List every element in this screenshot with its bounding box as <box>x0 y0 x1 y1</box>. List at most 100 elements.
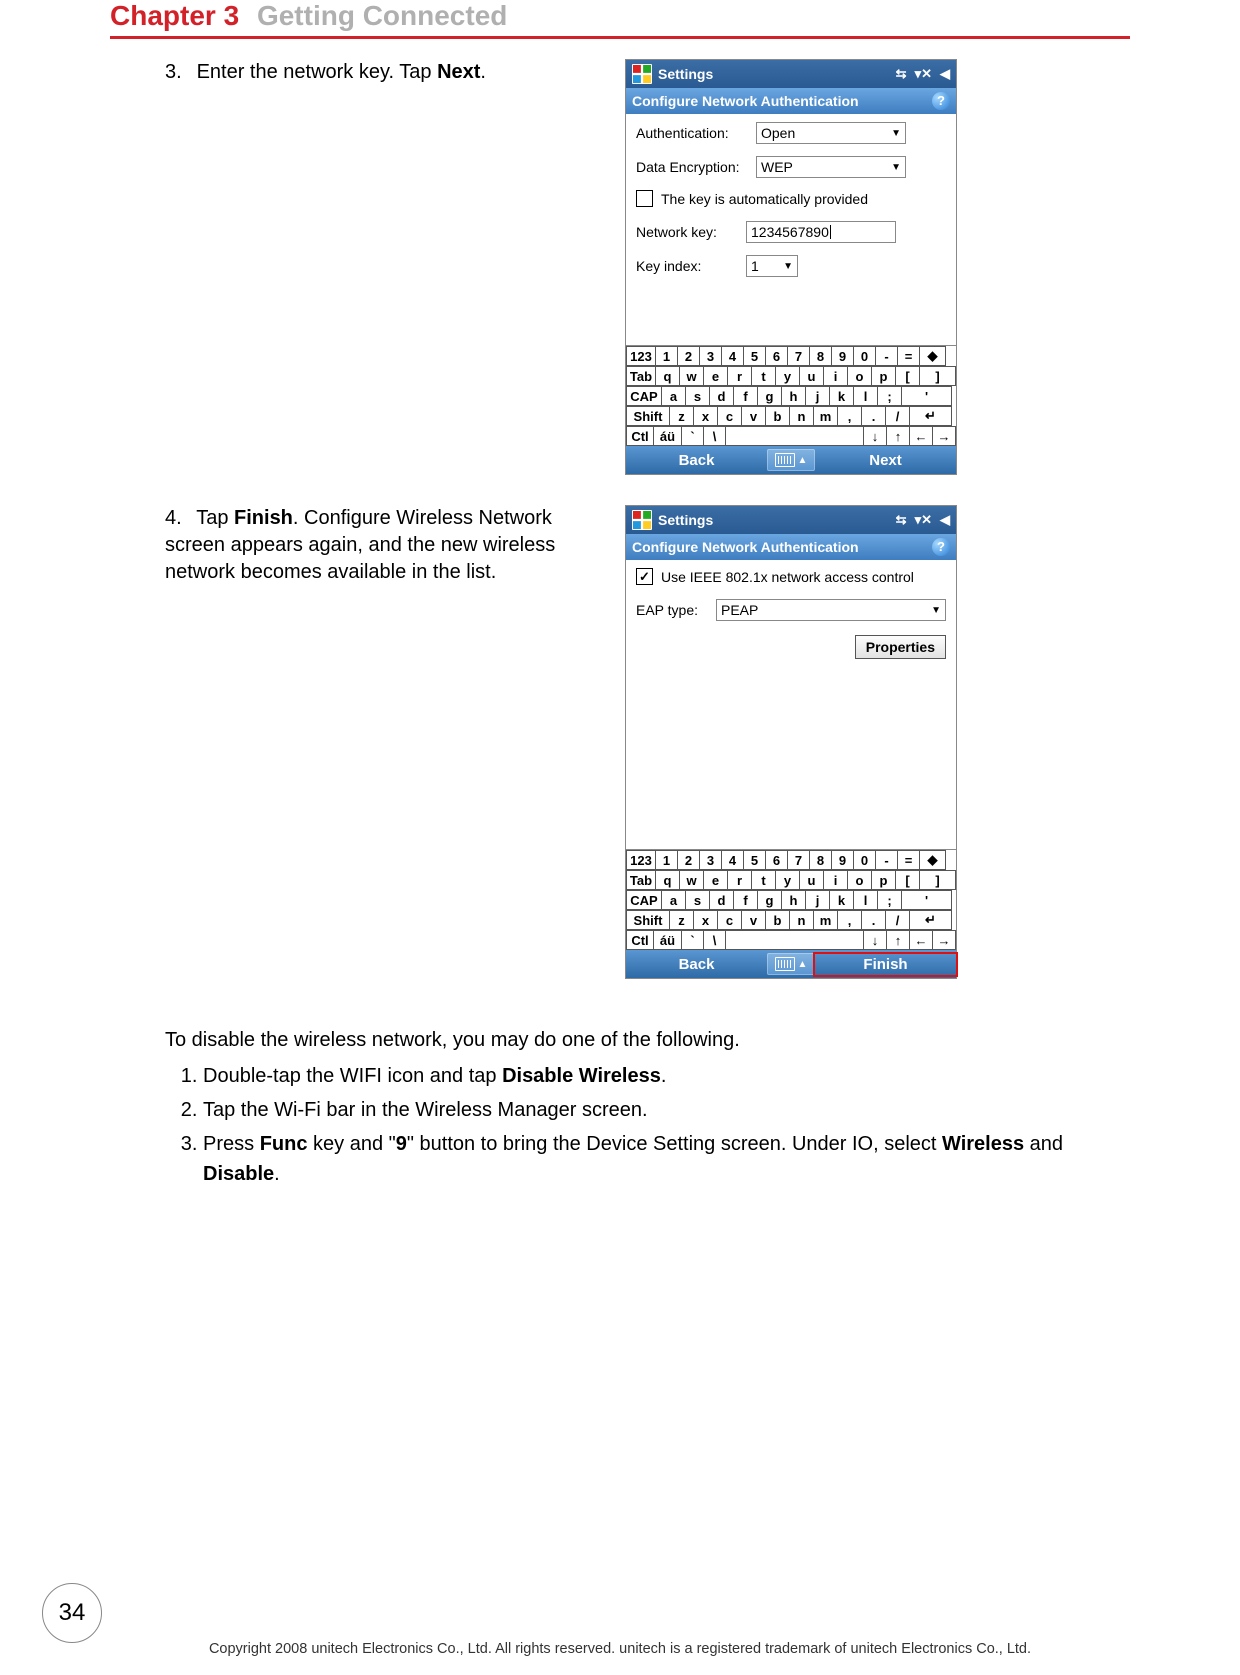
kb-key[interactable]: i <box>824 366 848 386</box>
kb-key[interactable]: Ctl <box>626 930 654 950</box>
kb-key[interactable]: Shift <box>626 406 670 426</box>
help-icon[interactable]: ? <box>932 538 950 556</box>
kb-key[interactable]: áü <box>654 426 682 446</box>
kb-key[interactable]: d <box>710 890 734 910</box>
kb-key[interactable]: p <box>872 870 896 890</box>
kb-key[interactable]: ' <box>902 386 952 406</box>
kb-key[interactable]: - <box>876 850 898 870</box>
back-button[interactable]: Back <box>626 452 767 469</box>
kb-key[interactable]: h <box>782 386 806 406</box>
kb-key[interactable]: f <box>734 890 758 910</box>
kb-key[interactable]: k <box>830 890 854 910</box>
kb-key[interactable]: l <box>854 386 878 406</box>
kb-key[interactable]: ◆ <box>920 850 946 870</box>
kb-key[interactable]: 5 <box>744 346 766 366</box>
auth-select[interactable]: Open ▼ <box>756 122 906 144</box>
kb-key[interactable]: i <box>824 870 848 890</box>
kb-key[interactable]: ↵ <box>910 910 952 930</box>
kb-key[interactable]: w <box>680 870 704 890</box>
kb-key[interactable]: 6 <box>766 850 788 870</box>
kb-key[interactable]: , <box>838 406 862 426</box>
kb-key[interactable]: o <box>848 870 872 890</box>
kb-key[interactable]: c <box>718 910 742 930</box>
kb-key[interactable]: Tab <box>626 366 656 386</box>
kb-key[interactable]: . <box>862 910 886 930</box>
kb-key[interactable]: → <box>933 426 956 446</box>
kb-key[interactable]: [ <box>896 366 920 386</box>
eap-select[interactable]: PEAP ▼ <box>716 599 946 621</box>
kb-key[interactable]: 7 <box>788 850 810 870</box>
kb-key[interactable]: CAP <box>626 386 662 406</box>
kb-key[interactable]: ← <box>910 930 933 950</box>
kb-key[interactable]: 7 <box>788 346 810 366</box>
kb-key[interactable]: ← <box>910 426 933 446</box>
kb-key[interactable]: v <box>742 406 766 426</box>
kb-key[interactable]: , <box>838 910 862 930</box>
kb-key[interactable]: Tab <box>626 870 656 890</box>
kb-key[interactable]: 8 <box>810 850 832 870</box>
kb-key[interactable]: 1 <box>656 346 678 366</box>
kb-key[interactable]: ↵ <box>910 406 952 426</box>
kb-key[interactable]: w <box>680 366 704 386</box>
kb-key[interactable]: h <box>782 890 806 910</box>
kb-key[interactable]: - <box>876 346 898 366</box>
onscreen-keyboard-1[interactable]: 1231234567890-=◆Tabqwertyuiop[]CAPasdfgh… <box>626 345 956 446</box>
kb-key[interactable]: p <box>872 366 896 386</box>
kb-key[interactable]: c <box>718 406 742 426</box>
keyboard-toggle[interactable]: ▲ <box>767 953 815 975</box>
kb-key[interactable]: v <box>742 910 766 930</box>
kb-key[interactable]: ; <box>878 890 902 910</box>
kb-key[interactable]: ↓ <box>864 426 887 446</box>
kb-key[interactable]: 123 <box>626 850 656 870</box>
keyboard-toggle[interactable]: ▲ <box>767 449 815 471</box>
auto-key-checkbox[interactable] <box>636 190 653 207</box>
kb-key[interactable]: Ctl <box>626 426 654 446</box>
kb-key[interactable]: ; <box>878 386 902 406</box>
kb-key[interactable]: g <box>758 890 782 910</box>
kb-key[interactable]: \ <box>704 930 726 950</box>
kb-key[interactable]: s <box>686 890 710 910</box>
key-index-select[interactable]: 1 ▼ <box>746 255 798 277</box>
kb-key[interactable]: / <box>886 406 910 426</box>
next-button[interactable]: Next <box>815 452 956 469</box>
kb-key[interactable]: k <box>830 386 854 406</box>
kb-key[interactable]: ` <box>682 426 704 446</box>
kb-key[interactable]: 4 <box>722 346 744 366</box>
kb-key[interactable]: e <box>704 870 728 890</box>
kb-key[interactable]: s <box>686 386 710 406</box>
kb-key[interactable]: a <box>662 386 686 406</box>
kb-key[interactable]: 0 <box>854 346 876 366</box>
kb-key[interactable]: m <box>814 910 838 930</box>
kb-key[interactable]: d <box>710 386 734 406</box>
kb-key[interactable]: 5 <box>744 850 766 870</box>
kb-key[interactable]: x <box>694 406 718 426</box>
kb-key[interactable]: a <box>662 890 686 910</box>
kb-key[interactable]: e <box>704 366 728 386</box>
kb-key[interactable]: g <box>758 386 782 406</box>
kb-key[interactable]: q <box>656 366 680 386</box>
kb-key[interactable]: 3 <box>700 346 722 366</box>
kb-key[interactable]: y <box>776 870 800 890</box>
kb-key[interactable]: → <box>933 930 956 950</box>
kb-key[interactable]: ↑ <box>887 426 910 446</box>
kb-key[interactable]: y <box>776 366 800 386</box>
kb-key[interactable]: z <box>670 406 694 426</box>
kb-key[interactable]: b <box>766 406 790 426</box>
kb-key[interactable]: . <box>862 406 886 426</box>
kb-key[interactable]: 4 <box>722 850 744 870</box>
kb-key[interactable]: u <box>800 870 824 890</box>
kb-key[interactable]: 1 <box>656 850 678 870</box>
kb-key[interactable]: j <box>806 386 830 406</box>
kb-key[interactable]: Shift <box>626 910 670 930</box>
kb-key[interactable]: 2 <box>678 850 700 870</box>
kb-key[interactable]: n <box>790 406 814 426</box>
kb-key[interactable]: 6 <box>766 346 788 366</box>
kb-key[interactable]: r <box>728 366 752 386</box>
kb-key[interactable]: ` <box>682 930 704 950</box>
kb-key[interactable]: ◆ <box>920 346 946 366</box>
kb-key[interactable]: = <box>898 346 920 366</box>
properties-button[interactable]: Properties <box>855 635 946 659</box>
kb-key[interactable]: ↓ <box>864 930 887 950</box>
kb-key[interactable]: f <box>734 386 758 406</box>
onscreen-keyboard-2[interactable]: 1231234567890-=◆Tabqwertyuiop[]CAPasdfgh… <box>626 849 956 950</box>
